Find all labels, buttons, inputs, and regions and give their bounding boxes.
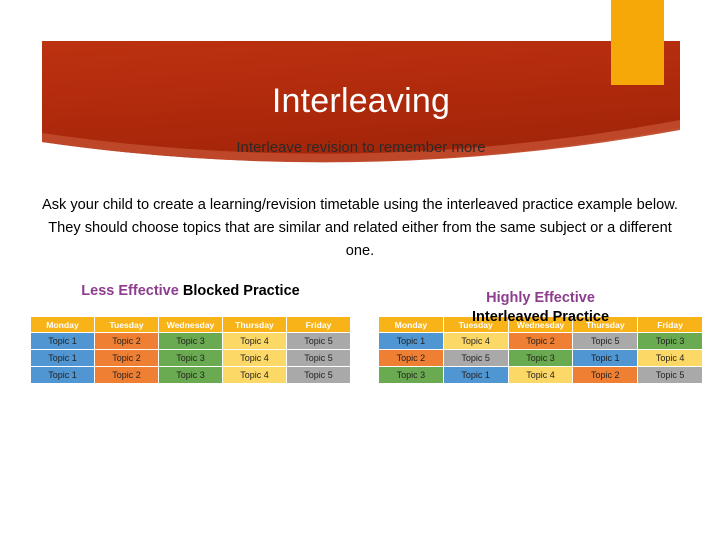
blocked-heading-rest: Blocked Practice bbox=[178, 283, 300, 299]
interleaved-heading-emphasis: Highly Effective bbox=[486, 290, 595, 306]
table-row: Topic 1 Topic 2 Topic 3 Topic 4 Topic 5 bbox=[31, 350, 350, 366]
table-column-header: Tuesday bbox=[443, 317, 508, 332]
blocked-practice-timetable: Monday Tuesday Wednesday Thursday Friday Top… bbox=[30, 316, 351, 384]
topic-cell: Topic 2 bbox=[573, 367, 638, 383]
table-column-header: Friday bbox=[287, 317, 350, 332]
topic-cell: Topic 3 bbox=[159, 350, 222, 366]
table-row: Topic 1 Topic 4 Topic 2 Topic 5 Topic 3 bbox=[379, 333, 702, 349]
orange-accent-bar-overlay bbox=[611, 0, 664, 85]
topic-cell: Topic 4 bbox=[508, 367, 573, 383]
table-header-row: Monday Tuesday Wednesday Thursday Friday bbox=[31, 317, 350, 332]
slide-header-banner: Interleaving Interleave revision to reme… bbox=[0, 0, 720, 180]
topic-cell: Topic 2 bbox=[95, 333, 158, 349]
topic-cell: Topic 3 bbox=[159, 333, 222, 349]
topic-cell: Topic 3 bbox=[379, 367, 443, 383]
table-column-header: Monday bbox=[379, 317, 443, 332]
topic-cell: Topic 2 bbox=[95, 350, 158, 366]
topic-cell: Topic 3 bbox=[508, 350, 573, 366]
topic-cell: Topic 4 bbox=[223, 333, 286, 349]
interleaved-practice-timetable: Monday Tuesday Wednesday Thursday Friday Top… bbox=[378, 316, 703, 384]
table-body: Topic 1 Topic 4 Topic 2 Topic 5 Topic 3 Topic… bbox=[379, 333, 702, 383]
topic-cell: Topic 1 bbox=[443, 367, 508, 383]
slide-body-text: Ask your child to create a learning/revi… bbox=[42, 197, 678, 259]
table-row: Topic 1 Topic 2 Topic 3 Topic 4 Topic 5 bbox=[31, 367, 350, 383]
table-row: Topic 1 Topic 2 Topic 3 Topic 4 Topic 5 bbox=[31, 333, 350, 349]
topic-cell: Topic 2 bbox=[95, 367, 158, 383]
topic-cell: Topic 1 bbox=[31, 367, 94, 383]
table-body: Topic 1 Topic 2 Topic 3 Topic 4 Topic 5 Topic… bbox=[31, 333, 350, 383]
slide-subtitle: Interleave revision to remember more bbox=[236, 139, 486, 156]
topic-cell: Topic 4 bbox=[638, 350, 702, 366]
topic-cell: Topic 5 bbox=[573, 333, 638, 349]
table-column-header: Thursday bbox=[223, 317, 286, 332]
topic-cell: Topic 5 bbox=[638, 367, 702, 383]
topic-cell: Topic 1 bbox=[31, 350, 94, 366]
topic-cell: Topic 4 bbox=[223, 367, 286, 383]
topic-cell: Topic 4 bbox=[443, 333, 508, 349]
table-column-header: Monday bbox=[31, 317, 94, 332]
table-column-header: Tuesday bbox=[95, 317, 158, 332]
table-row: Topic 3 Topic 1 Topic 4 Topic 2 Topic 5 bbox=[379, 367, 702, 383]
topic-cell: Topic 1 bbox=[379, 333, 443, 349]
topic-cell: Topic 1 bbox=[573, 350, 638, 366]
table-header: Monday Tuesday Wednesday Thursday Friday bbox=[379, 317, 702, 332]
topic-cell: Topic 5 bbox=[443, 350, 508, 366]
table-column-header: Thursday bbox=[573, 317, 638, 332]
table-column-header: Wednesday bbox=[159, 317, 222, 332]
topic-cell: Topic 5 bbox=[287, 350, 350, 366]
topic-cell: Topic 2 bbox=[508, 333, 573, 349]
slide-title: Interleaving bbox=[271, 82, 451, 120]
topic-cell: Topic 2 bbox=[379, 350, 443, 366]
topic-cell: Topic 4 bbox=[223, 350, 286, 366]
topic-cell: Topic 5 bbox=[287, 333, 350, 349]
table-header: Monday Tuesday Wednesday Thursday Friday bbox=[31, 317, 350, 332]
topic-cell: Topic 3 bbox=[638, 333, 702, 349]
topic-cell: Topic 1 bbox=[31, 333, 94, 349]
topic-cell: Topic 3 bbox=[159, 367, 222, 383]
table-header-row: Monday Tuesday Wednesday Thursday Friday bbox=[379, 317, 702, 332]
table-row: Topic 2 Topic 5 Topic 3 Topic 1 Topic 4 bbox=[379, 350, 702, 366]
topic-cell: Topic 5 bbox=[287, 367, 350, 383]
table-column-header: Friday bbox=[638, 317, 702, 332]
blocked-practice-heading: Less Effective Blocked Practice bbox=[30, 282, 351, 301]
table-column-header: Wednesday bbox=[508, 317, 573, 332]
blocked-heading-emphasis: Less Effective bbox=[81, 283, 179, 299]
